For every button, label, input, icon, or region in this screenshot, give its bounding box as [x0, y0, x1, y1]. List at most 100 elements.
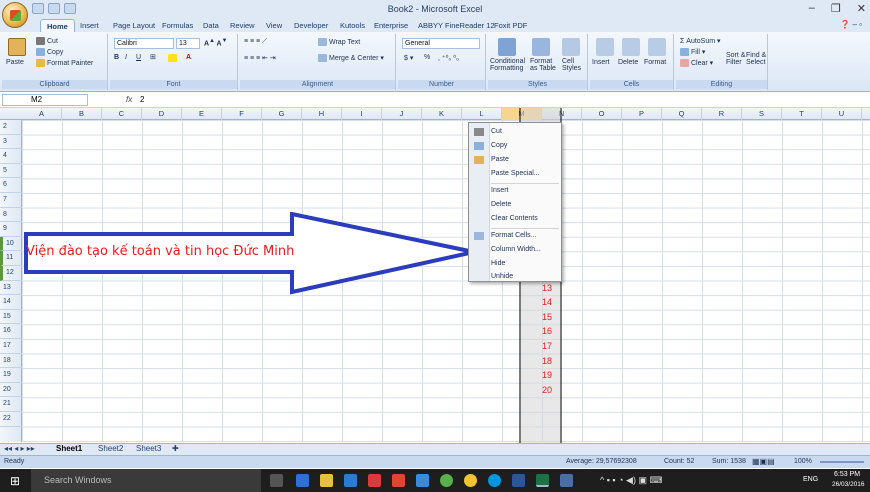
- cell-value[interactable]: 20: [532, 385, 552, 395]
- column-header[interactable]: P: [622, 108, 662, 120]
- row-header[interactable]: 3: [0, 135, 22, 150]
- tab-enterprise[interactable]: Enterprise: [368, 19, 414, 32]
- menu-cut[interactable]: Cut: [491, 128, 502, 135]
- underline-button[interactable]: U: [136, 54, 141, 61]
- app-icon[interactable]: [416, 474, 429, 487]
- row-header[interactable]: 22: [0, 412, 22, 427]
- currency-button[interactable]: $ ▾: [404, 54, 413, 62]
- column-header[interactable]: I: [342, 108, 382, 120]
- menu-hide[interactable]: Hide: [491, 260, 505, 267]
- taskbar-search[interactable]: Search Windows: [31, 469, 261, 492]
- clock-date[interactable]: 26/03/2016: [832, 481, 865, 488]
- autosum-button[interactable]: Σ AutoSum ▾: [680, 37, 721, 45]
- row-header[interactable]: 20: [0, 383, 22, 398]
- zoom-level[interactable]: 100%: [794, 458, 812, 465]
- office-button[interactable]: [2, 2, 28, 28]
- wrap-text-button[interactable]: Wrap Text: [318, 38, 360, 46]
- fx-icon[interactable]: fx: [126, 95, 132, 104]
- app-icon[interactable]: [440, 474, 453, 487]
- column-header[interactable]: G: [262, 108, 302, 120]
- tab-insert[interactable]: Insert: [74, 19, 105, 32]
- menu-unhide[interactable]: Unhide: [491, 273, 513, 280]
- sheet-tab-1[interactable]: Sheet1: [56, 444, 82, 453]
- column-header[interactable]: Q: [662, 108, 702, 120]
- font-size-select[interactable]: 13: [176, 38, 200, 49]
- menu-paste-special[interactable]: Paste Special...: [491, 170, 540, 177]
- cell-value[interactable]: 19: [532, 370, 552, 380]
- row-header[interactable]: 12: [0, 266, 22, 281]
- tab-home[interactable]: Home: [40, 19, 75, 32]
- language-indicator[interactable]: ENG: [803, 476, 818, 483]
- excel-icon[interactable]: [536, 474, 549, 487]
- minimize-icon[interactable]: –: [809, 2, 815, 15]
- tab-review[interactable]: Review: [224, 19, 261, 32]
- app-icon[interactable]: [560, 474, 573, 487]
- insert-cells-icon[interactable]: [596, 38, 614, 56]
- format-cells-icon[interactable]: [648, 38, 666, 56]
- column-header[interactable]: A: [22, 108, 62, 120]
- italic-button[interactable]: I: [125, 54, 127, 61]
- find-select-button[interactable]: Find & Select: [746, 52, 770, 66]
- row-header[interactable]: 15: [0, 310, 22, 325]
- clock-time[interactable]: 6:53 PM: [834, 471, 860, 478]
- foxit-icon[interactable]: [392, 474, 405, 487]
- insert-button[interactable]: Insert: [592, 59, 610, 66]
- store-icon[interactable]: [344, 474, 357, 487]
- align-left-icon[interactable]: ≡ ≡ ≡ ⇤ ⇥: [244, 54, 276, 62]
- paste-icon[interactable]: [8, 38, 26, 56]
- fill-color-icon[interactable]: [168, 54, 179, 62]
- row-header[interactable]: 14: [0, 295, 22, 310]
- insert-sheet-icon[interactable]: ✚: [172, 444, 179, 453]
- fill-button[interactable]: Fill ▾: [680, 48, 705, 57]
- row-header[interactable]: 17: [0, 339, 22, 354]
- column-header[interactable]: C: [102, 108, 142, 120]
- row-header[interactable]: 21: [0, 397, 22, 412]
- column-header[interactable]: U: [822, 108, 862, 120]
- format-button[interactable]: Format: [644, 59, 666, 66]
- row-header[interactable]: 5: [0, 164, 22, 179]
- row-header[interactable]: 19: [0, 368, 22, 383]
- tab-kutools[interactable]: Kutools: [334, 19, 371, 32]
- cell-styles-button[interactable]: Cell Styles: [562, 58, 586, 72]
- column-header[interactable]: K: [422, 108, 462, 120]
- chrome-icon[interactable]: [464, 474, 477, 487]
- clear-button[interactable]: Clear ▾: [680, 59, 713, 68]
- format-painter-button[interactable]: Format Painter: [36, 59, 93, 67]
- cell-value[interactable]: 17: [532, 341, 552, 351]
- menu-insert[interactable]: Insert: [491, 187, 509, 194]
- restore-icon[interactable]: ❐: [831, 2, 841, 15]
- sheet-tab-3[interactable]: Sheet3: [136, 444, 161, 453]
- explorer-icon[interactable]: [320, 474, 333, 487]
- tab-data[interactable]: Data: [197, 19, 225, 32]
- delete-button[interactable]: Delete: [618, 59, 638, 66]
- format-as-table-button[interactable]: Format as Table: [530, 58, 560, 72]
- column-header[interactable]: T: [782, 108, 822, 120]
- borders-icon[interactable]: ⊞: [150, 53, 156, 61]
- tab-formulas[interactable]: Formulas: [156, 19, 199, 32]
- number-format-select[interactable]: General: [402, 38, 480, 49]
- help-icon[interactable]: ❓ – ▫: [840, 20, 862, 29]
- formula-input[interactable]: 2: [140, 95, 144, 104]
- close-icon[interactable]: ✕: [857, 2, 866, 15]
- cell-value[interactable]: 13: [532, 283, 552, 293]
- row-header[interactable]: 8: [0, 208, 22, 223]
- delete-cells-icon[interactable]: [622, 38, 640, 56]
- column-header[interactable]: R: [702, 108, 742, 120]
- column-header[interactable]: L: [462, 108, 502, 120]
- paste-button[interactable]: Paste: [6, 59, 24, 66]
- bold-button[interactable]: B: [114, 54, 119, 61]
- row-header[interactable]: 11: [0, 251, 22, 266]
- column-header[interactable]: S: [742, 108, 782, 120]
- percent-button[interactable]: %: [424, 54, 430, 61]
- row-header[interactable]: 4: [0, 149, 22, 164]
- cell-styles-icon[interactable]: [562, 38, 580, 56]
- tray-icons[interactable]: ^ ▪ ▪ ◔ ◀) ▣ ⌨: [600, 475, 662, 486]
- column-header[interactable]: O: [582, 108, 622, 120]
- cell-value[interactable]: 18: [532, 356, 552, 366]
- row-header[interactable]: 2: [0, 120, 22, 135]
- row-header[interactable]: 6: [0, 178, 22, 193]
- row-header[interactable]: 7: [0, 193, 22, 208]
- conditional-format-icon[interactable]: [498, 38, 516, 56]
- tab-developer[interactable]: Developer: [288, 19, 334, 32]
- row-header[interactable]: 9: [0, 222, 22, 237]
